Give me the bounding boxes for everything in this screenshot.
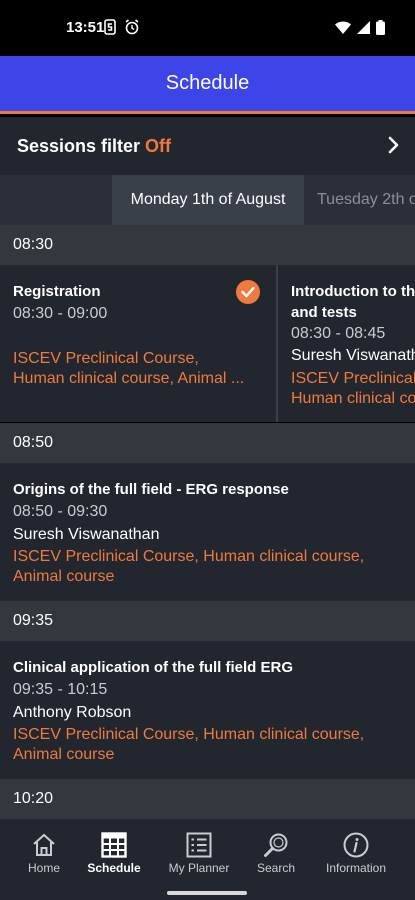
sessions-filter-value: Off [145,135,172,156]
session-tracks: ISCEV Preclinical Course, Human clinical… [13,725,364,765]
nav-schedule[interactable]: Schedule [74,824,154,884]
added-to-planner-check-icon[interactable] [236,280,260,304]
wifi-icon [335,21,351,34]
signal-icon [357,21,370,34]
time-slot-header: 09:35 [0,601,415,641]
session-tracks-line: Animal course [13,568,115,585]
session-tracks-line: ISCEV Preclinical Course, [13,350,199,367]
time-slot-header: 08:50 [0,423,415,463]
nav-label: Home [27,861,60,875]
home-indicator[interactable] [167,891,247,895]
session-tracks: ISCEV Preclinical Course, Human clinical… [291,369,415,409]
session-card-introduction[interactable]: Introduction to the and tests 08:30 - 08… [278,265,415,422]
nav-search[interactable]: Search [236,824,316,884]
tab-tuesday[interactable]: Tuesday 2th of August [317,175,415,225]
session-time: 08:50 - 09:30 [13,503,108,520]
session-tracks-line: Human clinical course, Animal ... [13,370,245,387]
day-tabs: Monday 1th of August Tuesday 2th of Augu… [0,175,415,225]
session-speaker: Suresh Viswanathan [291,347,415,364]
alarm-icon [125,19,139,35]
session-title-line: Introduction to the [291,283,415,300]
bottom-nav: Home Schedule My Planner Search Informat… [0,824,415,900]
battery-icon [376,20,385,35]
nav-label: Schedule [87,861,141,875]
session-card-origins[interactable]: Origins of the full field - ERG response… [0,463,415,601]
app-bar: Schedule [0,56,415,114]
session-tracks-line: Human clinical course, Animal course [291,390,415,407]
session-title: Clinical application of the full field E… [13,659,294,676]
status-time: 13:51 [66,19,105,36]
nav-label: Information [325,861,387,875]
time-slot-header: 10:20 [0,779,415,819]
status-system-icons [335,20,385,35]
session-tracks-line: ISCEV Preclinical Course, [291,370,415,387]
status-bar: 13:51 [0,0,415,56]
page-title: Schedule [165,72,250,94]
session-title: Registration [13,283,101,300]
sessions-filter-label: Sessions filter [17,135,141,156]
session-card-registration[interactable]: Registration 08:30 - 09:00 ISCEV Preclin… [0,265,276,422]
session-tracks-line: Animal course [13,746,115,763]
session-speaker: Anthony Robson [13,704,132,721]
session-speaker: Suresh Viswanathan [13,526,160,543]
nav-my-planner[interactable]: My Planner [159,824,239,884]
session-card-clinical-application[interactable]: Clinical application of the full field E… [0,641,415,779]
schedule-grid-icon [101,832,127,858]
planner-icon [186,832,212,858]
session-tracks: ISCEV Preclinical Course, Human clinical… [13,349,271,389]
session-title-line: and tests [291,304,357,321]
session-time: 08:30 - 09:00 [13,305,108,322]
nav-label: My Planner [168,861,230,875]
session-tracks-line: ISCEV Preclinical Course, Human clinical… [13,726,365,743]
session-time: 09:35 - 10:15 [13,681,108,698]
tab-monday[interactable]: Monday 1th of August [112,175,304,225]
nav-label: Search [256,861,296,875]
notification-s-icon [104,19,116,35]
search-icon [264,833,288,857]
session-tracks: ISCEV Preclinical Course, Human clinical… [13,547,364,587]
nav-home[interactable]: Home [4,824,84,884]
time-slot-header: 08:30 [0,225,415,265]
nav-information[interactable]: Information [316,824,396,884]
home-icon [33,833,55,856]
sessions-filter-row[interactable]: Sessions filter Off [0,117,415,175]
session-title: Introduction to the and tests [291,281,415,323]
status-notification-icons [104,19,140,35]
info-icon [343,832,369,858]
session-tracks-line: ISCEV Preclinical Course, Human clinical… [13,548,365,565]
session-time: 08:30 - 08:45 [291,325,386,342]
session-title: Origins of the full field - ERG response [13,481,289,498]
chevron-right-icon [388,136,399,154]
